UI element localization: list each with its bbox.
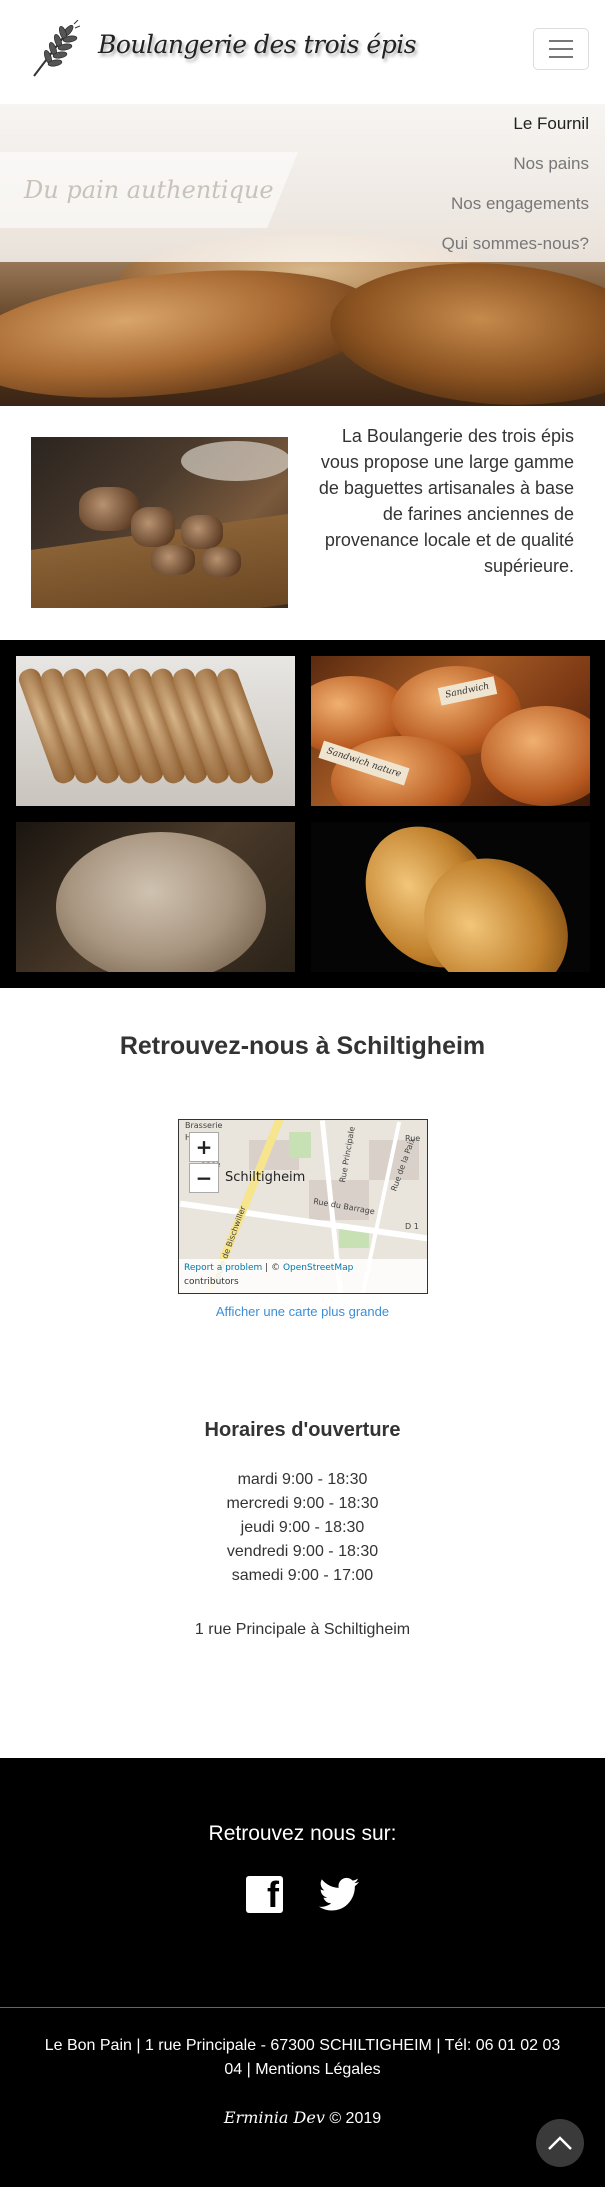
location-title: Retrouvez-nous à Schiltigheim: [119, 1032, 486, 1060]
map-city-label: Schiltigheim: [225, 1170, 306, 1185]
map-attribution: Report a problem | © OpenStreetMap contr…: [179, 1259, 427, 1293]
map-report-link[interactable]: Report a problem: [184, 1263, 262, 1273]
hours-day: mardi 9:00 - 18:30: [237, 1471, 368, 1488]
bread-gallery: Sandwich Sandwich nature: [0, 640, 605, 988]
wheat-icon: [33, 20, 80, 77]
nav-item-nos-engagements[interactable]: Nos engagements: [442, 184, 589, 224]
page: Boulangerie des trois épis Du pain authe…: [0, 0, 605, 2187]
brand-link[interactable]: Boulangerie des trois épis: [28, 20, 417, 78]
hero-tagline: Du pain authentique: [24, 176, 274, 204]
nav-item-nos-pains[interactable]: Nos pains: [442, 144, 589, 184]
seeded-loaves-image: [311, 822, 590, 972]
main-menu: Le Fournil Nos pains Nos engagements Qui…: [442, 104, 589, 264]
hours-day: jeudi 9:00 - 18:30: [240, 1519, 365, 1536]
follow-title: Retrouvez nous sur:: [208, 1822, 397, 1845]
twitter-link[interactable]: [319, 1876, 359, 1917]
hamburger-icon: [549, 40, 573, 42]
hours-title: Horaires d'ouverture: [204, 1419, 401, 1441]
sliced-baguette-image: [16, 656, 295, 806]
twitter-icon: [319, 1877, 359, 1911]
credit-author: Erminia Dev: [223, 2108, 325, 2127]
hours-day: samedi 9:00 - 17:00: [231, 1567, 374, 1584]
footer: Retrouvez nous sur: f Le Bon Pain | 1 ru…: [0, 1758, 605, 2187]
hours-day: mercredi 9:00 - 18:30: [226, 1495, 379, 1512]
bread-slices-image: [31, 437, 288, 608]
map-embed[interactable]: Brasserie Hn en ance Rue du Barrage D 1 …: [178, 1119, 428, 1294]
social-links: f: [0, 1876, 605, 1917]
chevron-up-icon: [548, 2136, 572, 2150]
credit-year: © 2019: [329, 2110, 382, 2127]
map-osm-link[interactable]: OpenStreetMap: [283, 1263, 353, 1273]
map-zoom-in-button[interactable]: +: [189, 1132, 219, 1162]
intro-text: La Boulangerie des trois épis vous propo…: [318, 426, 574, 576]
intro-section: La Boulangerie des trois épis vous propo…: [0, 406, 605, 640]
nav-item-qui-sommes-nous[interactable]: Qui sommes-nous?: [442, 224, 589, 264]
footer-credit: Erminia Dev © 2019: [0, 2108, 605, 2128]
back-to-top-button[interactable]: [536, 2119, 584, 2167]
map-zoom-out-button[interactable]: −: [189, 1163, 219, 1193]
facebook-icon[interactable]: f: [246, 1876, 283, 1913]
menu-toggle-button[interactable]: [533, 28, 589, 70]
footer-divider: [0, 2007, 605, 2008]
hours-day: vendredi 9:00 - 18:30: [226, 1543, 379, 1560]
address-text: 1 rue Principale à Schiltigheim: [194, 1621, 411, 1638]
brand-name: Boulangerie des trois épis: [98, 30, 417, 59]
footer-info: Le Bon Pain | 1 rue Principale - 67300 S…: [44, 2037, 561, 2078]
hero-banner: Du pain authentique Le Fournil Nos pains…: [0, 104, 605, 406]
larger-map-link[interactable]: Afficher une carte plus grande: [0, 1304, 605, 1319]
navbar: Boulangerie des trois épis: [0, 0, 605, 104]
round-loaf-image: [16, 822, 295, 972]
nav-item-le-fournil[interactable]: Le Fournil: [442, 104, 589, 144]
sandwich-breads-image: Sandwich Sandwich nature: [311, 656, 590, 806]
hours-list: mardi 9:00 - 18:30 mercredi 9:00 - 18:30…: [0, 1468, 605, 1588]
